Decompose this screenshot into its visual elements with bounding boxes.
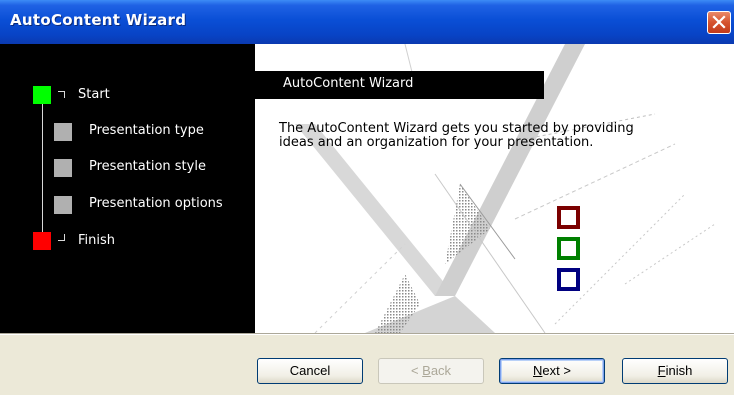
wizard-content: Start Presentation type Presentation sty… [0,44,734,333]
next-button-accesskey: N [533,363,543,378]
panel-title: AutoContent Wizard [283,76,414,91]
next-button-label: ext > [542,363,571,378]
panel-description: The AutoContent Wizard gets you started … [279,121,634,150]
step-presentation-options-label: Presentation options [89,196,223,211]
steps-panel: Start Presentation type Presentation sty… [0,44,255,333]
step-presentation-style-indicator [54,159,72,177]
step-finish-label: Finish [78,233,116,248]
step-start-indicator [33,86,51,104]
decor-square-blue [557,268,580,291]
cancel-button-label: Cancel [289,363,331,378]
window-title: AutoContent Wizard [10,11,187,29]
finish-button[interactable]: Finish [622,358,728,384]
wizard-main-panel: AutoContent Wizard The AutoContent Wizar… [255,44,734,333]
decor-square-green [557,237,580,260]
decor-square-red [557,206,580,229]
step-presentation-type-indicator [54,123,72,141]
step-finish-hook [58,234,65,241]
title-bar[interactable]: AutoContent Wizard [0,0,734,44]
step-presentation-style-label: Presentation style [89,159,206,174]
close-icon [712,15,726,29]
cancel-button[interactable]: Cancel [257,358,363,384]
step-start-hook [58,91,65,98]
step-presentation-type-label: Presentation type [89,123,204,138]
close-button[interactable] [707,11,731,34]
back-button-prefix: < [410,363,423,378]
wizard-window: AutoContent Wizard Start Presentation ty… [0,0,734,395]
decorative-squares [557,206,580,291]
step-finish-indicator [33,232,51,250]
back-button-accesskey: B [422,363,431,378]
step-start-label: Start [78,87,110,102]
next-button[interactable]: Next > [499,358,605,384]
finish-button-label: inish [665,363,693,378]
back-button[interactable]: < Back [378,358,484,384]
footer-divider-highlight [0,334,734,335]
back-button-label: ack [430,363,452,378]
finish-button-accesskey: F [657,363,666,378]
step-presentation-options-indicator [54,196,72,214]
